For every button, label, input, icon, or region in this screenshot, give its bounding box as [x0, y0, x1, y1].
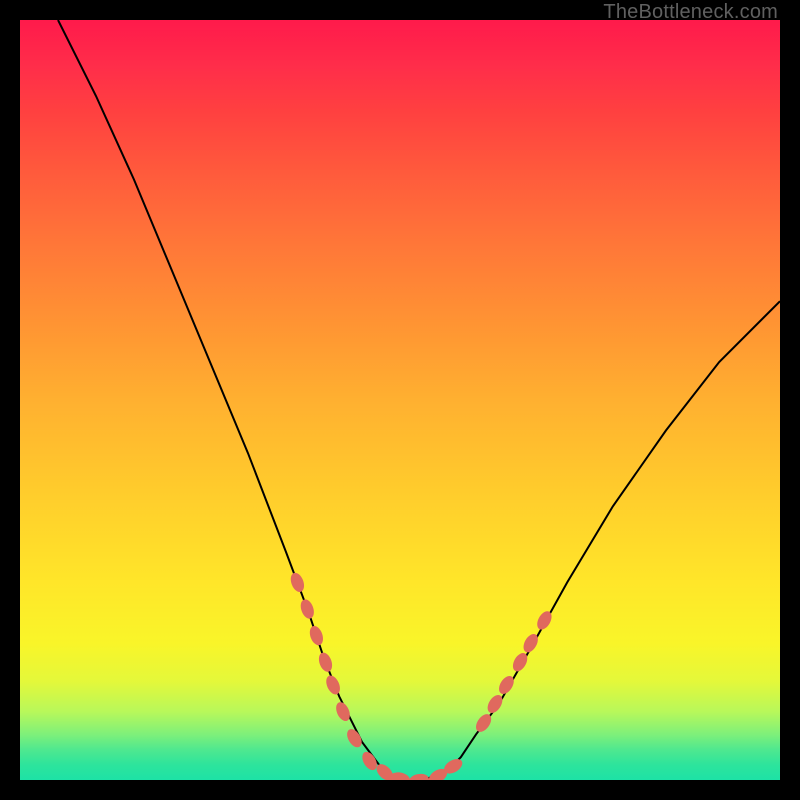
curve-marker	[485, 692, 506, 715]
curve-marker	[324, 673, 343, 696]
curve-marker	[316, 651, 334, 674]
curve-layer	[20, 20, 780, 780]
plot-area	[20, 20, 780, 780]
outer-frame: TheBottleneck.com	[0, 0, 800, 800]
curve-marker	[389, 771, 411, 780]
curve-marker	[408, 772, 430, 780]
curve-marker	[307, 624, 325, 647]
curve-marker	[288, 571, 306, 594]
curve-marker	[298, 598, 316, 621]
bottleneck-curve-path	[58, 20, 780, 780]
watermark-text: TheBottleneck.com	[603, 1, 778, 24]
curve-marker	[333, 700, 352, 723]
curve-marker	[344, 727, 365, 750]
bottleneck-curve	[58, 20, 780, 780]
